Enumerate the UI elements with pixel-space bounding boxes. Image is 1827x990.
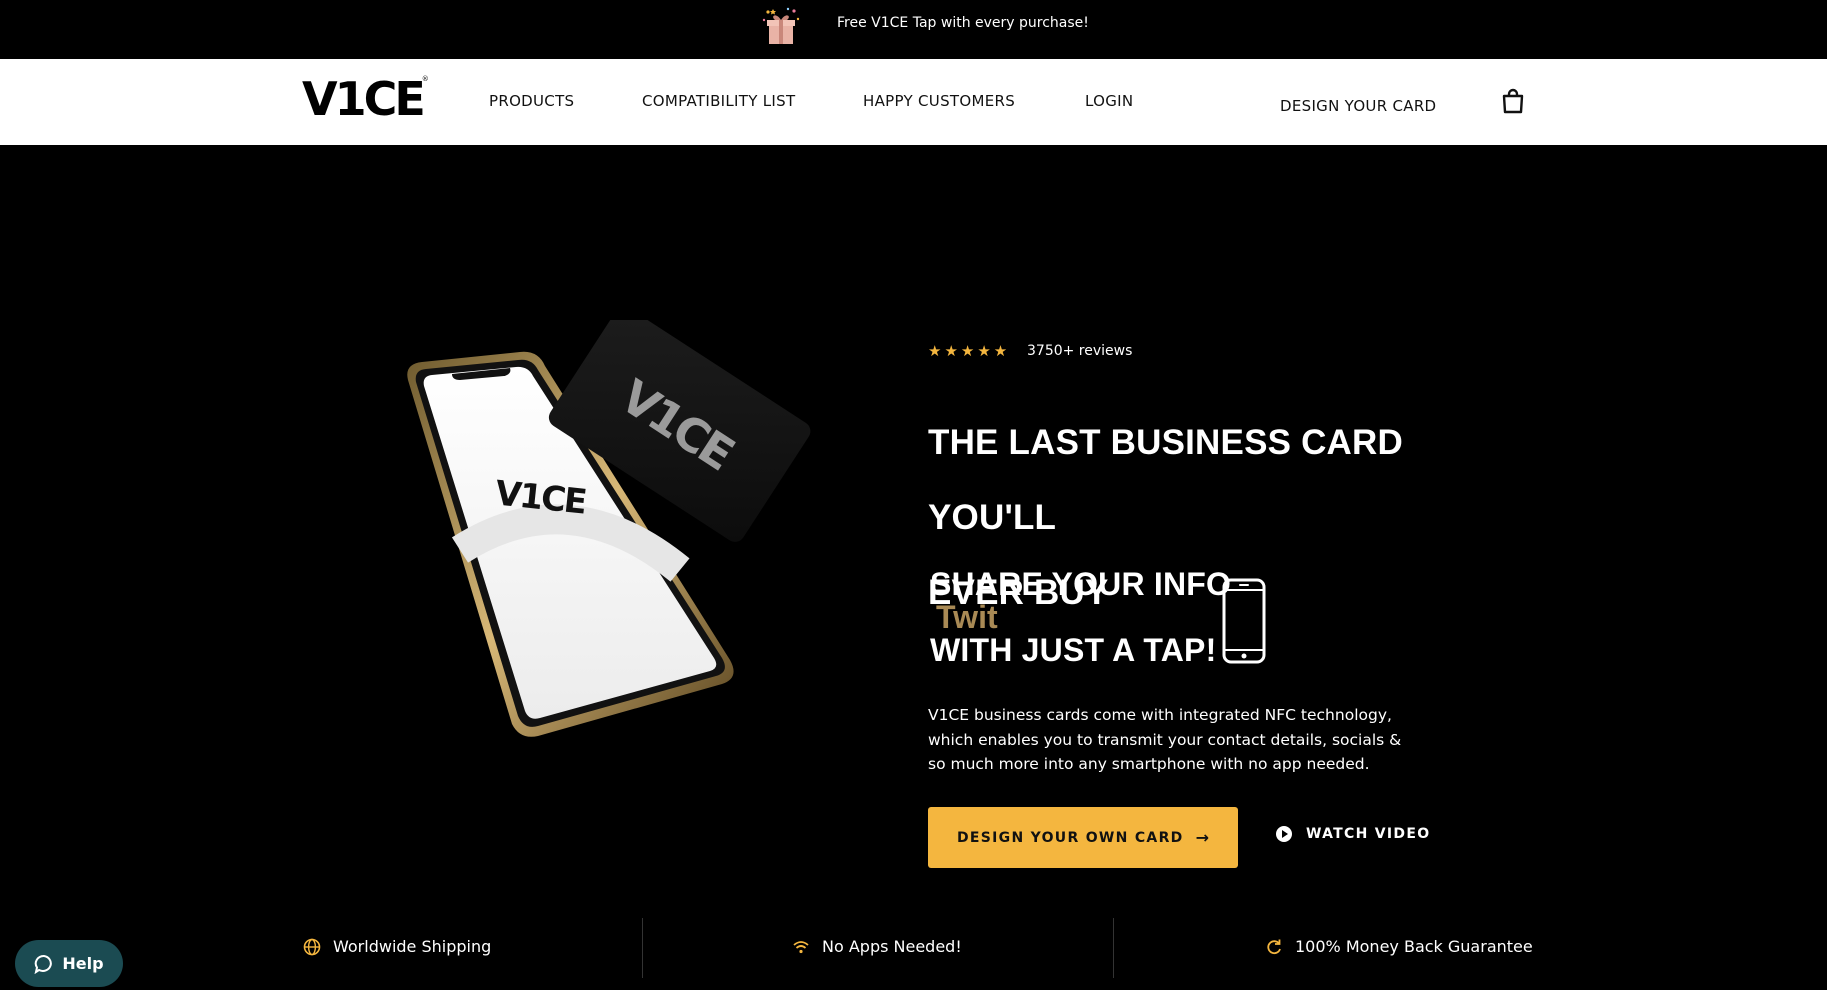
site-header: V1CE ® PRODUCTS COMPATIBILITY LIST HAPPY … [0,59,1827,145]
feature-label: 100% Money Back Guarantee [1295,937,1533,956]
nav-design-your-card[interactable]: DESIGN YOUR CARD [1280,97,1436,115]
reviews-count[interactable]: 3750+ reviews [1027,343,1132,359]
logo-registered-mark: ® [421,75,429,83]
feature-no-apps-needed: No Apps Needed! [792,937,962,956]
feature-money-back-guarantee: 100% Money Back Guarantee [1265,937,1533,956]
refresh-icon [1267,939,1281,954]
page: Free V1CE Tap with every purchase! V1CE ®… [0,0,1827,990]
share-line-1: SHARE YOUR INFO [930,566,1232,602]
feature-label: Worldwide Shipping [333,937,492,956]
share-rotating-word: Twit [936,599,998,635]
arrow-right-icon: → [1195,828,1209,847]
watch-video-button[interactable]: WATCH VIDEO [1276,826,1430,842]
nav-products[interactable]: PRODUCTS [489,92,574,110]
nav-compatibility-list[interactable]: COMPATIBILITY LIST [642,92,795,110]
announcement-bar: Free V1CE Tap with every purchase! [0,0,1827,59]
nav-login[interactable]: LOGIN [1085,92,1133,110]
nav-happy-customers[interactable]: HAPPY CUSTOMERS [863,92,1015,110]
shopping-bag-icon[interactable] [1500,88,1526,114]
headline-line-1: THE LAST BUSINESS CARD YOU'LL [928,423,1403,537]
gift-icon [762,7,800,44]
hero-phone-and-card-image: V1CE V1CE [407,320,811,737]
divider [1113,918,1114,978]
play-icon [1276,826,1292,842]
announcement-text: Free V1CE Tap with every purchase! [837,15,1089,31]
feature-label: No Apps Needed! [822,937,962,956]
globe-icon [303,938,321,955]
feature-worldwide-shipping: Worldwide Shipping [303,937,491,956]
help-chat-button[interactable]: Help [15,940,123,987]
help-label: Help [62,954,104,973]
hero-description: V1CE business cards come with integrated… [928,706,1402,773]
chat-bubble-icon [34,954,53,974]
divider [642,918,643,978]
wifi-icon [793,940,809,953]
share-tagline: SHARE YOUR INFO Twit WITH JUST A TAP! [930,566,1290,676]
logo-text: V1CE [302,72,426,126]
smartphone-icon [1222,578,1266,664]
share-line-2: WITH JUST A TAP! [930,632,1217,668]
design-your-own-card-button[interactable]: DESIGN YOUR OWN CARD → [928,807,1238,868]
brand-logo[interactable]: V1CE ® [302,76,429,123]
watch-video-label: WATCH VIDEO [1306,826,1431,842]
rating-stars: ★★★★★ [928,342,1011,360]
cta-label: DESIGN YOUR OWN CARD [957,829,1184,846]
